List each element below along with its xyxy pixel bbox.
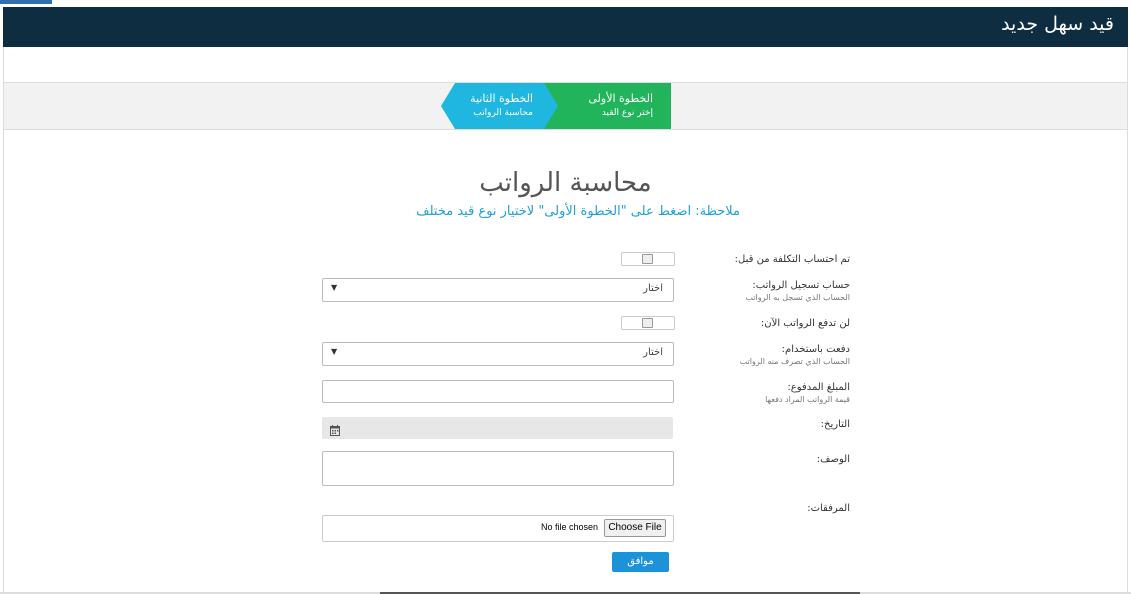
chevron-down-icon: ▼: [331, 347, 338, 356]
step-2-title: الخطوة الثانية: [470, 92, 533, 105]
cost-calculated-toggle[interactable]: [621, 252, 675, 266]
step-1-text: الخطوة الأولى إختر نوع القيد: [588, 92, 653, 120]
wizard-steps: الخطوة الثانية محاسبة الرواتب الخطوة الأ…: [4, 82, 1127, 130]
date-label: التاريخ:: [650, 418, 850, 431]
salary-account-label-text: حساب تسجيل الرواتب:: [752, 280, 850, 291]
attachments-file-input[interactable]: Choose File No file chosen: [322, 515, 674, 542]
amount-help: قيمة الرواتب المراد دفعها: [765, 395, 850, 404]
step-2-subtitle: محاسبة الرواتب: [473, 108, 533, 118]
frame-border-right: [1127, 47, 1128, 594]
page-header-title: قيد سهل جديد: [1001, 13, 1114, 35]
step-1-title: الخطوة الأولى: [588, 92, 653, 105]
salary-account-select[interactable]: اختار ▼: [322, 278, 674, 302]
salary-account-label: حساب تسجيل الرواتب: الحساب الذي تسجل به …: [650, 279, 850, 303]
salary-account-help: الحساب الذي تسجل به الرواتب: [745, 293, 850, 302]
amount-input[interactable]: [322, 380, 674, 403]
form-title: محاسبة الرواتب: [479, 168, 652, 198]
chevron-down-icon: ▼: [331, 283, 338, 292]
app-header: قيد سهل جديد: [3, 7, 1128, 47]
top-accent-strip: [0, 0, 52, 4]
calendar-icon[interactable]: [330, 421, 340, 440]
amount-label: المبلغ المدفوع: قيمة الرواتب المراد دفعه…: [650, 381, 850, 405]
description-label: الوصف:: [650, 453, 850, 466]
description-textarea[interactable]: [322, 451, 674, 486]
paid-using-help: الحساب الذي تصرف منه الرواتب: [739, 357, 850, 366]
not-paid-label-text: لن تدفع الرواتب الآن:: [760, 318, 850, 329]
date-label-text: التاريخ:: [820, 419, 850, 430]
paid-using-value: اختار: [643, 347, 663, 358]
wizard-step-1[interactable]: الخطوة الأولى إختر نوع القيد: [544, 83, 671, 129]
cost-calculated-label: تم احتساب التكلفة من قبل:: [650, 253, 850, 266]
description-label-text: الوصف:: [816, 454, 850, 465]
step-2-text: الخطوة الثانية محاسبة الرواتب: [470, 92, 533, 120]
cost-calculated-label-text: تم احتساب التكلفة من قبل:: [734, 254, 850, 265]
attachments-label: المرفقات:: [650, 502, 850, 515]
toggle-knob: [642, 254, 653, 264]
paid-using-select[interactable]: اختار ▼: [322, 342, 674, 366]
file-status: No file chosen: [541, 522, 599, 532]
form-note: ملاحظة: اضغط على "الخطوة الأولى" لاختيار…: [416, 204, 740, 219]
step-1-subtitle: إختر نوع القيد: [601, 108, 653, 118]
amount-label-text: المبلغ المدفوع:: [787, 382, 850, 393]
date-input[interactable]: [322, 417, 673, 439]
choose-file-button[interactable]: Choose File: [604, 519, 666, 537]
toggle-knob: [642, 318, 653, 328]
attachments-label-text: المرفقات:: [807, 503, 850, 514]
paid-using-label: دفعت باستخدام: الحساب الذي تصرف منه الرو…: [650, 343, 850, 367]
not-paid-label: لن تدفع الرواتب الآن:: [650, 317, 850, 330]
salary-account-value: اختار: [643, 283, 663, 294]
paid-using-label-text: دفعت باستخدام:: [781, 344, 850, 355]
submit-button[interactable]: موافق: [612, 552, 669, 572]
wizard-step-2[interactable]: الخطوة الثانية محاسبة الرواتب: [441, 83, 559, 129]
not-paid-toggle[interactable]: [621, 316, 675, 330]
